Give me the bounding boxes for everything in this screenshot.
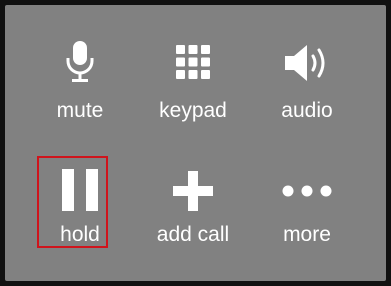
call-controls-panel: mute keypad audio hold add call more bbox=[5, 5, 386, 281]
mute-button[interactable]: mute bbox=[25, 35, 135, 145]
hold-label: hold bbox=[60, 223, 100, 246]
keypad-label: keypad bbox=[159, 99, 227, 122]
hold-button[interactable]: hold bbox=[25, 159, 135, 269]
keypad-grid-icon bbox=[138, 35, 248, 95]
more-label: more bbox=[283, 223, 331, 246]
audio-label: audio bbox=[281, 99, 333, 122]
audio-button[interactable]: audio bbox=[252, 35, 362, 145]
more-button[interactable]: more bbox=[252, 159, 362, 269]
keypad-button[interactable]: keypad bbox=[138, 35, 248, 145]
add-call-button[interactable]: add call bbox=[138, 159, 248, 269]
ellipsis-icon bbox=[252, 159, 362, 219]
plus-icon bbox=[138, 159, 248, 219]
pause-icon bbox=[25, 159, 135, 219]
add-call-label: add call bbox=[156, 223, 230, 246]
speaker-icon bbox=[252, 35, 362, 95]
microphone-icon bbox=[25, 35, 135, 95]
mute-label: mute bbox=[56, 99, 104, 122]
